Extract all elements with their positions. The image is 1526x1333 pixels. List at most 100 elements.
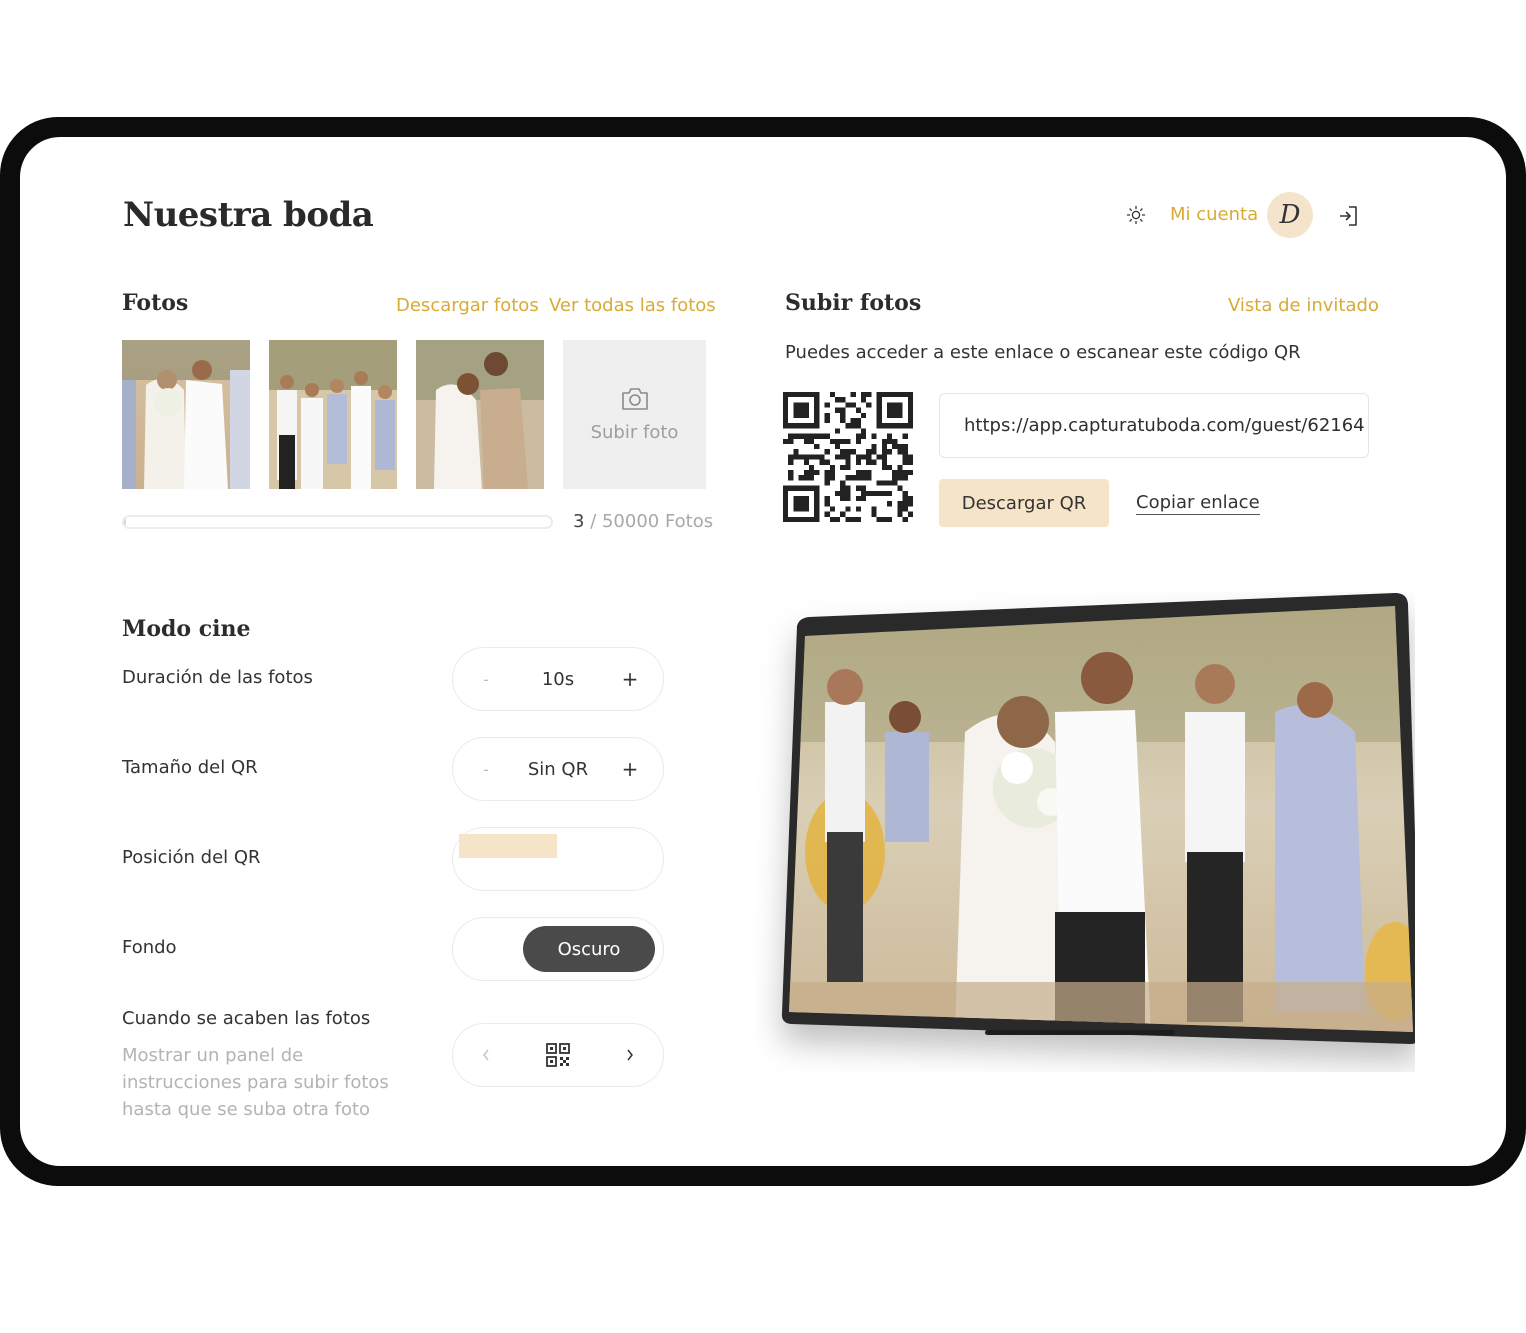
background-label: Fondo: [122, 937, 177, 958]
qr-module: [902, 470, 908, 476]
qr-module: [798, 454, 804, 460]
qr-module: [824, 418, 830, 424]
cinema-heading: Modo cine: [122, 616, 251, 642]
qr-module: [788, 459, 794, 465]
end-behavior-next-button[interactable]: [615, 1024, 645, 1086]
qr-module: [793, 449, 799, 455]
background-dark-option[interactable]: Oscuro: [523, 926, 655, 972]
qr-module: [892, 438, 898, 444]
qr-module: [871, 506, 877, 512]
qr-module: [803, 454, 809, 460]
qr-position-indicator: [459, 834, 557, 858]
qr-size-decrease-button[interactable]: -: [471, 738, 501, 800]
duration-decrease-button[interactable]: -: [471, 648, 501, 710]
qr-module: [824, 433, 830, 439]
qr-module: [829, 475, 835, 481]
qr-module: [840, 407, 846, 413]
qr-module: [892, 470, 898, 476]
qr-module: [876, 480, 882, 486]
qr-module: [845, 454, 851, 460]
app-screen: Nuestra boda Mi cuenta D Fotos Descargar…: [20, 137, 1506, 1166]
qr-module: [902, 501, 908, 507]
qr-module: [840, 418, 846, 424]
photo-thumbnail[interactable]: [416, 340, 544, 489]
download-photos-link[interactable]: Descargar fotos: [396, 295, 539, 316]
qr-module: [819, 454, 825, 460]
qr-module: [845, 402, 851, 408]
qr-module: [907, 459, 913, 465]
my-account-link[interactable]: Mi cuenta: [1170, 204, 1258, 225]
qr-module: [803, 433, 809, 439]
qr-module: [788, 475, 794, 481]
qr-module: [809, 454, 815, 460]
qr-module: [876, 454, 882, 460]
qr-module: [897, 449, 903, 455]
qr-module: [861, 496, 867, 502]
qr-module: [907, 501, 913, 507]
qr-module: [892, 480, 898, 486]
qr-module: [881, 464, 887, 470]
qr-module: [788, 454, 794, 460]
device-frame: Nuestra boda Mi cuenta D Fotos Descargar…: [0, 117, 1526, 1186]
qr-module: [866, 459, 872, 465]
qr-module: [835, 397, 841, 403]
duration-increase-button[interactable]: +: [615, 648, 645, 710]
qr-module: [835, 490, 841, 496]
qr-module: [855, 470, 861, 476]
photo-couple-kiss: [416, 340, 544, 489]
qr-module: [835, 428, 841, 434]
qr-module: [835, 407, 841, 413]
qr-module: [892, 444, 898, 450]
qr-module: [840, 480, 846, 486]
photo-thumbnail[interactable]: [122, 340, 250, 489]
qr-module: [845, 449, 851, 455]
qr-module: [814, 454, 820, 460]
qr-module: [793, 433, 799, 439]
qr-module: [855, 438, 861, 444]
qr-module: [845, 438, 851, 444]
theme-toggle-button[interactable]: [1124, 203, 1148, 227]
copy-link-button[interactable]: Copiar enlace: [1136, 492, 1260, 515]
qr-module: [855, 454, 861, 460]
guest-url-text: https://app.capturatuboda.com/guest/6216…: [964, 415, 1365, 436]
qr-module: [902, 475, 908, 481]
qr-module: [861, 397, 867, 403]
photo-thumbnail[interactable]: [269, 340, 397, 489]
guest-view-link[interactable]: Vista de invitado: [1228, 295, 1379, 316]
qr-module: [871, 511, 877, 517]
qr-module: [871, 444, 877, 450]
upload-photo-tile[interactable]: Subir foto: [563, 340, 706, 489]
qr-module: [887, 402, 903, 418]
qr-module: [845, 490, 851, 496]
qr-module: [824, 480, 830, 486]
qr-module: [850, 402, 856, 408]
qr-module: [897, 501, 903, 507]
logout-button[interactable]: [1336, 203, 1362, 229]
upload-description: Puedes acceder a este enlace o escanear …: [785, 342, 1301, 363]
end-behavior-selector: [452, 1023, 664, 1087]
qr-module: [788, 470, 794, 476]
qr-module: [902, 496, 908, 502]
photo-quota-progress: [122, 515, 553, 529]
chevron-left-icon: [483, 1049, 489, 1061]
guest-url-field[interactable]: https://app.capturatuboda.com/guest/6216…: [939, 393, 1369, 458]
qr-size-increase-button[interactable]: +: [615, 738, 645, 800]
qr-module: [902, 444, 908, 450]
avatar[interactable]: D: [1267, 192, 1313, 238]
qr-module: [897, 511, 903, 517]
qr-module: [902, 454, 908, 460]
qr-module: [892, 475, 898, 481]
qr-module: [887, 433, 893, 439]
qr-module: [850, 392, 856, 398]
photos-heading: Fotos: [122, 290, 189, 316]
end-behavior-prev-button[interactable]: [471, 1024, 501, 1086]
download-qr-button[interactable]: Descargar QR: [939, 479, 1109, 527]
qr-module: [798, 433, 804, 439]
qr-module: [887, 516, 893, 522]
qr-module: [866, 392, 872, 398]
qr-module: [871, 433, 877, 439]
qr-module: [803, 470, 809, 476]
qr-module: [809, 470, 815, 476]
view-all-photos-link[interactable]: Ver todas las fotos: [549, 295, 716, 316]
qr-position-selector[interactable]: [452, 827, 664, 891]
